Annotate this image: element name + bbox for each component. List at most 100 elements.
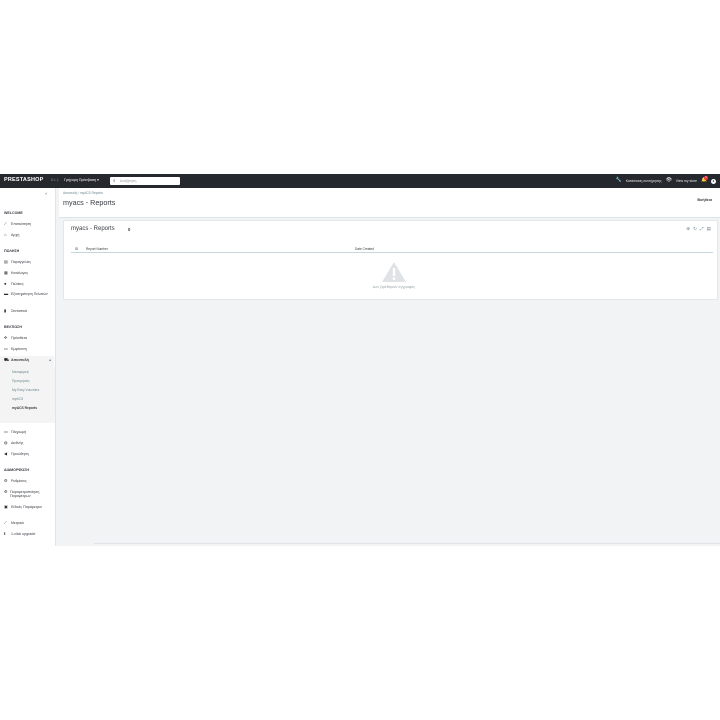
sidebar-item-label: Αποστολή bbox=[11, 358, 29, 362]
sidebar-item-shop-parameters[interactable]: ⚙ Παραμετροποίηση Παραμέτρων bbox=[4, 489, 54, 499]
inbox-icon: ▤ bbox=[4, 259, 8, 264]
sidebar-item-marketing[interactable]: ◀ Προώθηση bbox=[4, 451, 54, 457]
empty-message: Δεν βρέθηκαν εγγραφές bbox=[372, 284, 416, 289]
home-icon: ⌂ bbox=[4, 232, 7, 237]
sidebar-item-label: Αρχή bbox=[11, 233, 20, 237]
sidebar-item-dashboard[interactable]: ⟋ Επισκόπηση bbox=[4, 221, 54, 227]
sidebar-item-modules[interactable]: ✣ Πρόσθετα bbox=[4, 335, 54, 341]
chevron-up-icon: ▴ bbox=[49, 358, 51, 362]
sidebar-item-label: Στατιστικά bbox=[11, 309, 27, 313]
puzzle-icon: ✣ bbox=[4, 335, 8, 340]
refresh-icon[interactable]: ↻ bbox=[693, 226, 697, 232]
sidebar-item-label: Μετρικά bbox=[11, 521, 24, 525]
search-input[interactable]: ⌕ Αναζήτηση bbox=[110, 176, 180, 185]
sidebar-item-1-click-upgrade[interactable]: ℹ 1-click upgrade bbox=[4, 531, 54, 537]
sidebar-item-orders[interactable]: ▤ Παραγγελίες bbox=[4, 259, 54, 265]
wrench-icon: 🔧 bbox=[615, 178, 622, 183]
view-store-link[interactable]: View my store bbox=[676, 179, 697, 183]
sidebar-item-label: Πελάτες bbox=[11, 282, 24, 286]
sidebar-item-customer-service[interactable]: ▬ Εξυπηρέτηση Πελατών bbox=[4, 291, 54, 297]
empty-state: Δεν βρέθηκαν εγγραφές bbox=[344, 261, 444, 289]
reports-panel: myacs - Reports 0 ⊕ ↻ ⤢ ▤ ID Report Numb… bbox=[63, 220, 718, 300]
sidebar-section-improve: ΒΕΛΤΙΩΣΗ bbox=[4, 325, 22, 329]
user-icon: ● bbox=[4, 281, 7, 286]
submenu-item-easy-vouchers[interactable]: My Easy Vouchers bbox=[12, 388, 39, 392]
gear-icon: ⚙ bbox=[4, 478, 8, 483]
trend-icon: ⟋ bbox=[4, 221, 7, 226]
sidebar-item-metrics[interactable]: ⟋ Μετρικά bbox=[4, 520, 54, 526]
sidebar-item-label: 1-click upgrade bbox=[11, 532, 36, 536]
trend-icon: ⟋ bbox=[4, 520, 7, 525]
submenu-item-myacs[interactable]: myACS bbox=[12, 397, 23, 401]
sidebar-item-international[interactable]: ◍ Διεθνής bbox=[4, 440, 54, 446]
sidebar-item-label: Εμφάνιση bbox=[11, 347, 27, 351]
submenu-item-carriers[interactable]: Μεταφορείς bbox=[12, 370, 29, 374]
sidebar-item-catalog[interactable]: ▦ Κατάλογος bbox=[4, 270, 54, 276]
sidebar-item-design[interactable]: ▭ Εμφάνιση bbox=[4, 346, 54, 352]
chat-icon: ▬ bbox=[4, 291, 9, 296]
quick-access-label: Γρήγορη Πρόσβαση bbox=[64, 178, 97, 182]
user-avatar[interactable]: ● bbox=[711, 178, 716, 184]
sidebar-section-sell: ΠΩΛΗΣΗ bbox=[4, 249, 20, 253]
panel-title: myacs - Reports bbox=[71, 226, 115, 232]
search-placeholder: Αναζήτηση bbox=[120, 178, 137, 183]
sidebar-item-label: Εξυπηρέτηση Πελατών bbox=[11, 292, 48, 296]
version-label: 8.1.1 bbox=[51, 178, 59, 182]
sidebar-item-label: Διεθνής bbox=[11, 441, 24, 445]
truck-icon: ⛟ bbox=[4, 357, 10, 362]
chart-icon: ▮ bbox=[4, 308, 7, 313]
sidebar-item-label: Παραγγελίες bbox=[11, 260, 31, 264]
screen: PRESTASHOP 8.1.1 Γρήγορη Πρόσβαση ▾ ⌕ Αν… bbox=[0, 174, 720, 546]
quick-access-menu[interactable]: Γρήγορη Πρόσβαση ▾ bbox=[64, 178, 99, 182]
sidebar-item-label: Παραμετροποίηση Παραμέτρων bbox=[10, 490, 40, 499]
sidebar-item-stats[interactable]: ▮ Στατιστικά bbox=[4, 308, 54, 314]
sidebar-item-payment[interactable]: ▭ Πληρωμή bbox=[4, 429, 54, 435]
globe-icon: ◍ bbox=[4, 440, 8, 445]
notification-badge: 1 bbox=[704, 176, 709, 180]
info-icon: ℹ bbox=[4, 531, 6, 536]
panel-toolbar: ⊕ ↻ ⤢ ▤ bbox=[686, 226, 711, 232]
page-header: Αποστολή / myACS Reports myacs - Reports… bbox=[59, 188, 720, 218]
sidebar-section-configure: ΔΙΑΜΟΡΦΩΣΗ bbox=[4, 468, 29, 472]
sidebar-item-label: Πληρωμή bbox=[11, 430, 27, 434]
top-bar-right: 🔧 Κατάσταση συντήρησης 👁 View my store 🔔… bbox=[615, 176, 716, 185]
submenu-item-myacs-reports[interactable]: myACS Reports bbox=[12, 406, 37, 410]
sidebar-item-settings[interactable]: ⚙ Ρυθμίσεις bbox=[4, 478, 54, 484]
notifications-button[interactable]: 🔔 1 bbox=[701, 176, 709, 184]
shipping-submenu: Μεταφορείς Προτιμήσεις My Easy Vouchers … bbox=[0, 367, 55, 423]
eye-icon: 👁 bbox=[665, 178, 672, 183]
sidebar-item-label: Ειδικές Παράμετροι bbox=[11, 505, 42, 509]
footer-divider bbox=[94, 543, 720, 544]
sidebar-item-label: Πρόσθετα bbox=[11, 336, 27, 340]
page-title: myacs - Reports bbox=[63, 198, 116, 207]
sidebar-item-label: Κατάλογος bbox=[11, 271, 29, 275]
table-header: ID Report Number Date Created bbox=[71, 245, 713, 253]
sidebar-item-shipping[interactable]: ⛟ Αποστολή ▴ bbox=[0, 356, 54, 367]
column-header-id[interactable]: ID bbox=[75, 247, 78, 251]
top-bar: PRESTASHOP 8.1.1 Γρήγορη Πρόσβαση ▾ ⌕ Αν… bbox=[0, 174, 720, 188]
search-icon: ⌕ bbox=[113, 177, 116, 183]
sidebar-item-label: Προώθηση bbox=[11, 452, 29, 456]
advanced-icon: ▣ bbox=[4, 504, 8, 509]
add-new-icon[interactable]: ⊕ bbox=[686, 226, 690, 232]
sql-query-icon[interactable]: ⤢ bbox=[700, 226, 704, 232]
desktop-icon: ▭ bbox=[4, 346, 8, 351]
store-icon: ▦ bbox=[4, 270, 8, 275]
column-header-report-number[interactable]: Report Number bbox=[86, 247, 108, 251]
sidebar-item-home[interactable]: ⌂ Αρχή bbox=[4, 232, 54, 238]
card-icon: ▭ bbox=[4, 429, 8, 434]
sidebar-item-advanced-parameters[interactable]: ▣ Ειδικές Παράμετροι bbox=[4, 504, 54, 510]
sidebar-item-customers[interactable]: ● Πελάτες bbox=[4, 281, 54, 287]
speaker-icon: ◀ bbox=[4, 451, 8, 456]
sidebar-item-label: Ρυθμίσεις bbox=[11, 479, 27, 483]
breadcrumb[interactable]: Αποστολή / myACS Reports bbox=[63, 191, 103, 195]
help-button[interactable]: Βοήθεια bbox=[697, 198, 712, 202]
export-icon[interactable]: ▤ bbox=[707, 226, 711, 232]
column-header-date-created[interactable]: Date Created bbox=[355, 247, 374, 251]
record-count-badge: 0 bbox=[128, 227, 131, 232]
collapse-sidebar-icon[interactable]: « bbox=[45, 191, 48, 196]
maintenance-link[interactable]: Κατάσταση συντήρησης bbox=[626, 179, 662, 183]
submenu-item-preferences[interactable]: Προτιμήσεις bbox=[12, 379, 30, 383]
prestashop-logo[interactable]: PRESTASHOP bbox=[4, 177, 44, 183]
sidebar-item-label: Επισκόπηση bbox=[11, 222, 32, 226]
